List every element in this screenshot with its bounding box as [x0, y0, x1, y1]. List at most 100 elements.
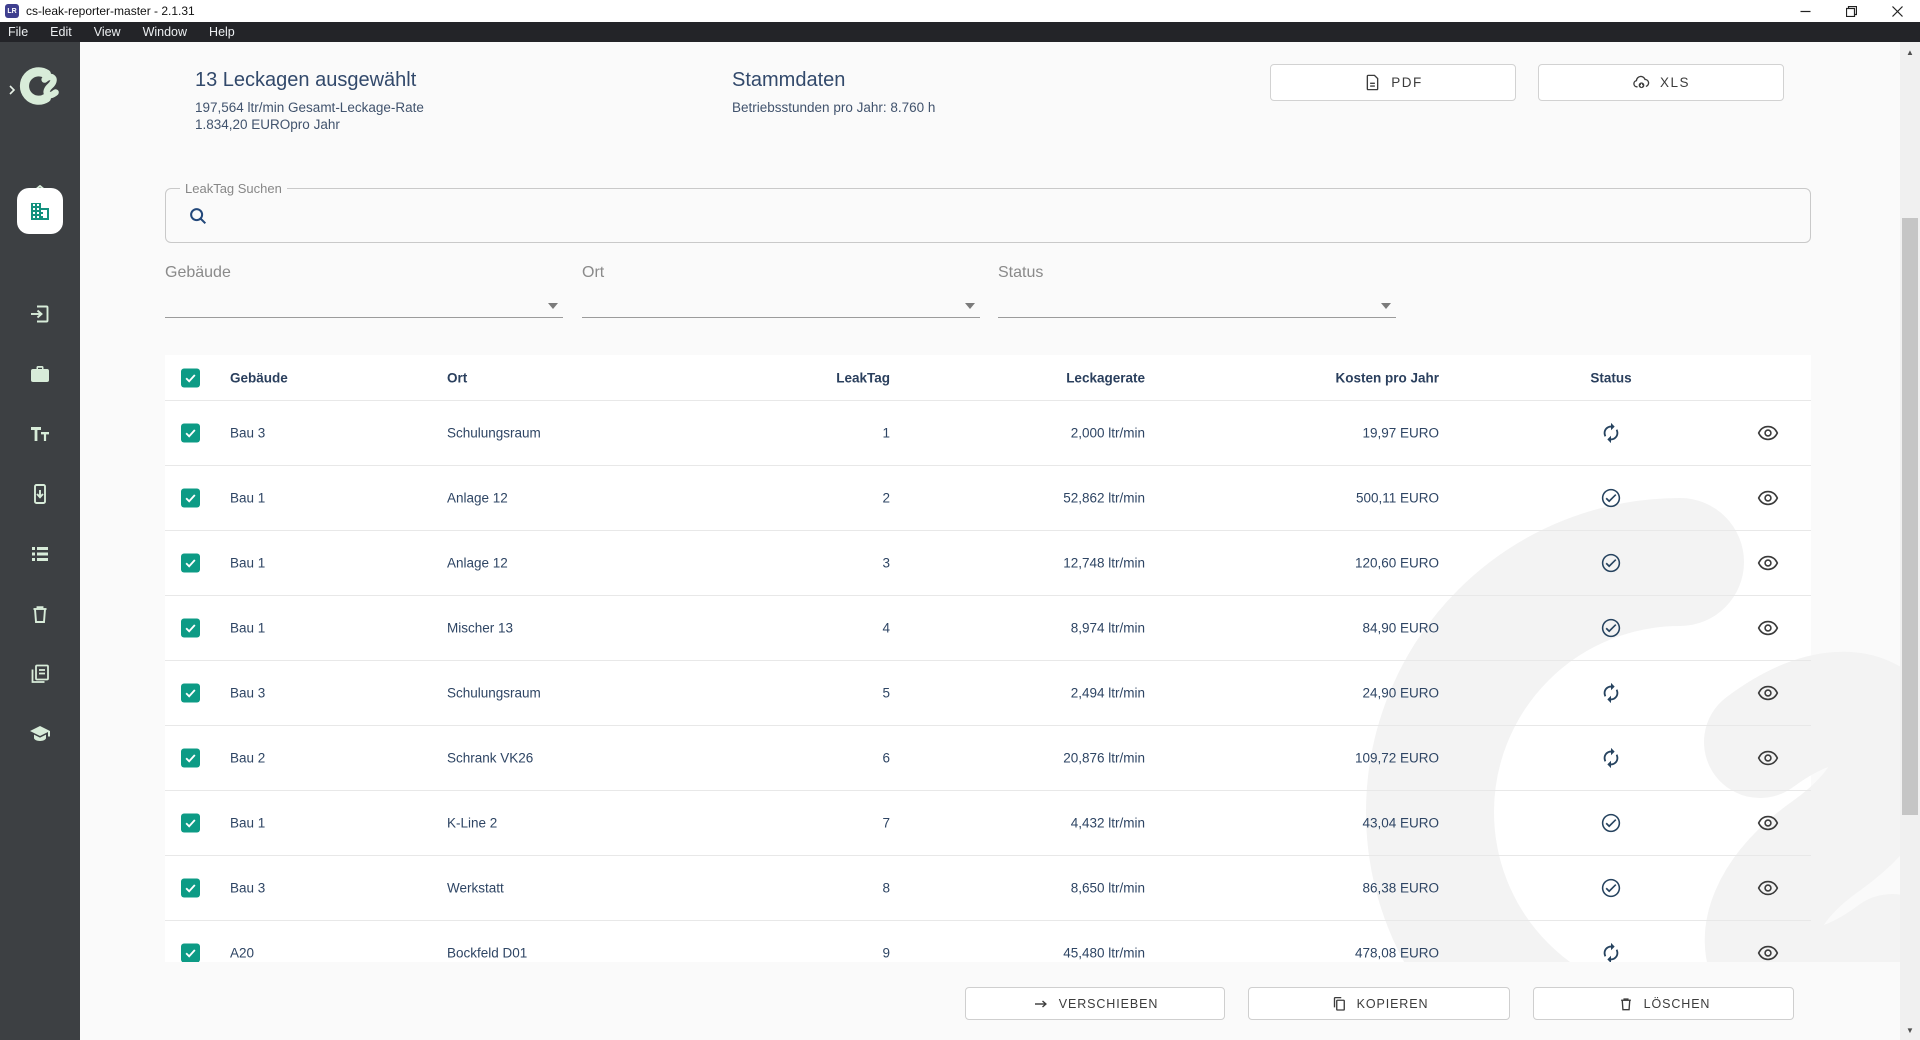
select-all-checkbox[interactable]: [181, 368, 200, 387]
scrollbar-thumb[interactable]: [1902, 218, 1918, 815]
view-row-button[interactable]: [1723, 682, 1813, 704]
cell-leckagerate: 52,862 ltr/min: [1063, 490, 1145, 506]
cell-ort: Werkstatt: [447, 880, 504, 896]
table-row[interactable]: Bau 1 Anlage 12 2 52,862 ltr/min 500,11 …: [165, 465, 1811, 530]
menu-window[interactable]: Window: [132, 22, 198, 42]
sidebar-item-documents[interactable]: [28, 662, 52, 686]
header-leaktag[interactable]: LeakTag: [690, 370, 890, 385]
view-row-button[interactable]: [1723, 812, 1813, 834]
close-button[interactable]: [1874, 0, 1920, 22]
scroll-down-arrow[interactable]: ▼: [1900, 1022, 1920, 1038]
cell-leckagerate: 12,748 ltr/min: [1063, 555, 1145, 571]
view-row-button[interactable]: [1723, 422, 1813, 444]
total-cost-per-year: 1.834,20 EUROpro Jahr: [195, 117, 340, 132]
table-row[interactable]: Bau 3 Werkstatt 8 8,650 ltr/min 86,38 EU…: [165, 855, 1811, 920]
cell-leaktag: 2: [882, 490, 890, 506]
cell-leckagerate: 4,432 ltr/min: [1070, 815, 1145, 831]
check-circle-icon: [1601, 553, 1621, 573]
header-leckagerate[interactable]: Leckagerate: [945, 370, 1145, 385]
row-checkbox[interactable]: [181, 943, 200, 963]
row-checkbox[interactable]: [181, 878, 200, 898]
status-indicator: [1566, 487, 1656, 509]
cell-gebaeude: Bau 1: [230, 555, 266, 571]
sidebar-item-projects[interactable]: [28, 362, 52, 386]
sidebar-item-device-update[interactable]: [28, 482, 52, 506]
sidebar-item-buildings[interactable]: [17, 188, 63, 234]
delete-button[interactable]: LÖSCHEN: [1533, 987, 1794, 1020]
check-circle-icon: [1601, 618, 1621, 638]
table-row[interactable]: Bau 3 Schulungsraum 5 2,494 ltr/min 24,9…: [165, 660, 1811, 725]
view-row-button[interactable]: [1723, 552, 1813, 574]
row-checkbox[interactable]: [181, 683, 200, 703]
row-checkbox[interactable]: [181, 813, 200, 833]
row-checkbox[interactable]: [181, 618, 200, 638]
minimize-button[interactable]: [1782, 0, 1828, 22]
trash-icon: [33, 606, 47, 623]
table-row[interactable]: Bau 2 Schrank VK26 6 20,876 ltr/min 109,…: [165, 725, 1811, 790]
table-row[interactable]: Bau 1 Anlage 12 3 12,748 ltr/min 120,60 …: [165, 530, 1811, 595]
eye-icon: [1757, 425, 1779, 441]
minimize-icon: [1800, 10, 1810, 12]
table-row[interactable]: Bau 1 Mischer 13 4 8,974 ltr/min 84,90 E…: [165, 595, 1811, 660]
documents-icon: [31, 664, 49, 683]
leaktag-search-field[interactable]: LeakTag Suchen: [165, 181, 1811, 243]
pdf-export-button[interactable]: PDF: [1270, 64, 1516, 101]
view-row-button[interactable]: [1723, 942, 1813, 964]
total-leak-rate: 197,564 ltr/min Gesamt-Leckage-Rate: [195, 100, 424, 115]
table-row[interactable]: Bau 3 Schulungsraum 1 2,000 ltr/min 19,9…: [165, 400, 1811, 465]
cell-kosten: 500,11 EURO: [1355, 490, 1439, 506]
search-icon: [190, 208, 207, 225]
view-row-button[interactable]: [1723, 877, 1813, 899]
sidebar-item-school[interactable]: [28, 722, 52, 746]
cell-ort: Schulungsraum: [447, 425, 541, 441]
sidebar-item-import[interactable]: [28, 302, 52, 326]
header-kosten[interactable]: Kosten pro Jahr: [1185, 370, 1439, 385]
sidebar-item-trash[interactable]: [28, 602, 52, 626]
app-window: LR cs-leak-reporter-master - 2.1.31 File…: [0, 0, 1920, 1040]
sidebar-item-list[interactable]: [28, 542, 52, 566]
copy-icon: [1333, 996, 1345, 1011]
menubar: File Edit View Window Help: [0, 22, 1920, 42]
cell-kosten: 19,97 EURO: [1362, 425, 1439, 441]
view-row-button[interactable]: [1723, 747, 1813, 769]
cell-kosten: 478,08 EURO: [1354, 945, 1439, 961]
header-gebaeude[interactable]: Gebäude: [230, 370, 430, 385]
menu-file[interactable]: File: [0, 22, 39, 42]
check-icon: [185, 754, 196, 763]
xls-export-button[interactable]: XLS: [1538, 64, 1784, 101]
restore-button[interactable]: [1828, 0, 1874, 22]
scroll-up-arrow[interactable]: ▲: [1900, 44, 1920, 60]
table-row[interactable]: Bau 1 K-Line 2 7 4,432 ltr/min 43,04 EUR…: [165, 790, 1811, 855]
move-button[interactable]: VERSCHIEBEN: [965, 987, 1225, 1020]
cell-leaktag: 5: [882, 685, 890, 701]
cloud-download-icon: [1633, 75, 1650, 89]
copy-button[interactable]: KOPIEREN: [1248, 987, 1510, 1020]
status-indicator: [1566, 552, 1656, 574]
status-indicator: [1566, 877, 1656, 899]
device-download-icon: [34, 484, 46, 504]
sidebar-item-texts[interactable]: [28, 422, 52, 446]
check-icon: [185, 884, 196, 893]
check-icon: [185, 819, 196, 828]
header-ort[interactable]: Ort: [447, 370, 707, 385]
cell-leckagerate: 2,494 ltr/min: [1070, 685, 1145, 701]
row-checkbox[interactable]: [181, 488, 200, 508]
vertical-scrollbar[interactable]: ▲ ▼: [1900, 42, 1920, 1040]
gebaeude-dropdown[interactable]: Gebäude: [165, 264, 563, 318]
header-status[interactable]: Status: [1566, 370, 1656, 385]
view-row-button[interactable]: [1723, 487, 1813, 509]
menu-view[interactable]: View: [83, 22, 132, 42]
menu-edit[interactable]: Edit: [39, 22, 83, 42]
xls-button-label: XLS: [1659, 75, 1691, 90]
check-circle-icon: [1601, 878, 1621, 898]
menu-help[interactable]: Help: [198, 22, 246, 42]
row-checkbox[interactable]: [181, 553, 200, 573]
cell-ort: Schrank VK26: [447, 750, 534, 766]
row-checkbox[interactable]: [181, 423, 200, 443]
view-row-button[interactable]: [1723, 617, 1813, 639]
status-dropdown[interactable]: Status: [998, 264, 1396, 318]
search-input[interactable]: [218, 195, 1788, 235]
ort-dropdown[interactable]: Ort: [582, 264, 980, 318]
status-dropdown-label: Status: [998, 264, 1044, 281]
row-checkbox[interactable]: [181, 748, 200, 768]
